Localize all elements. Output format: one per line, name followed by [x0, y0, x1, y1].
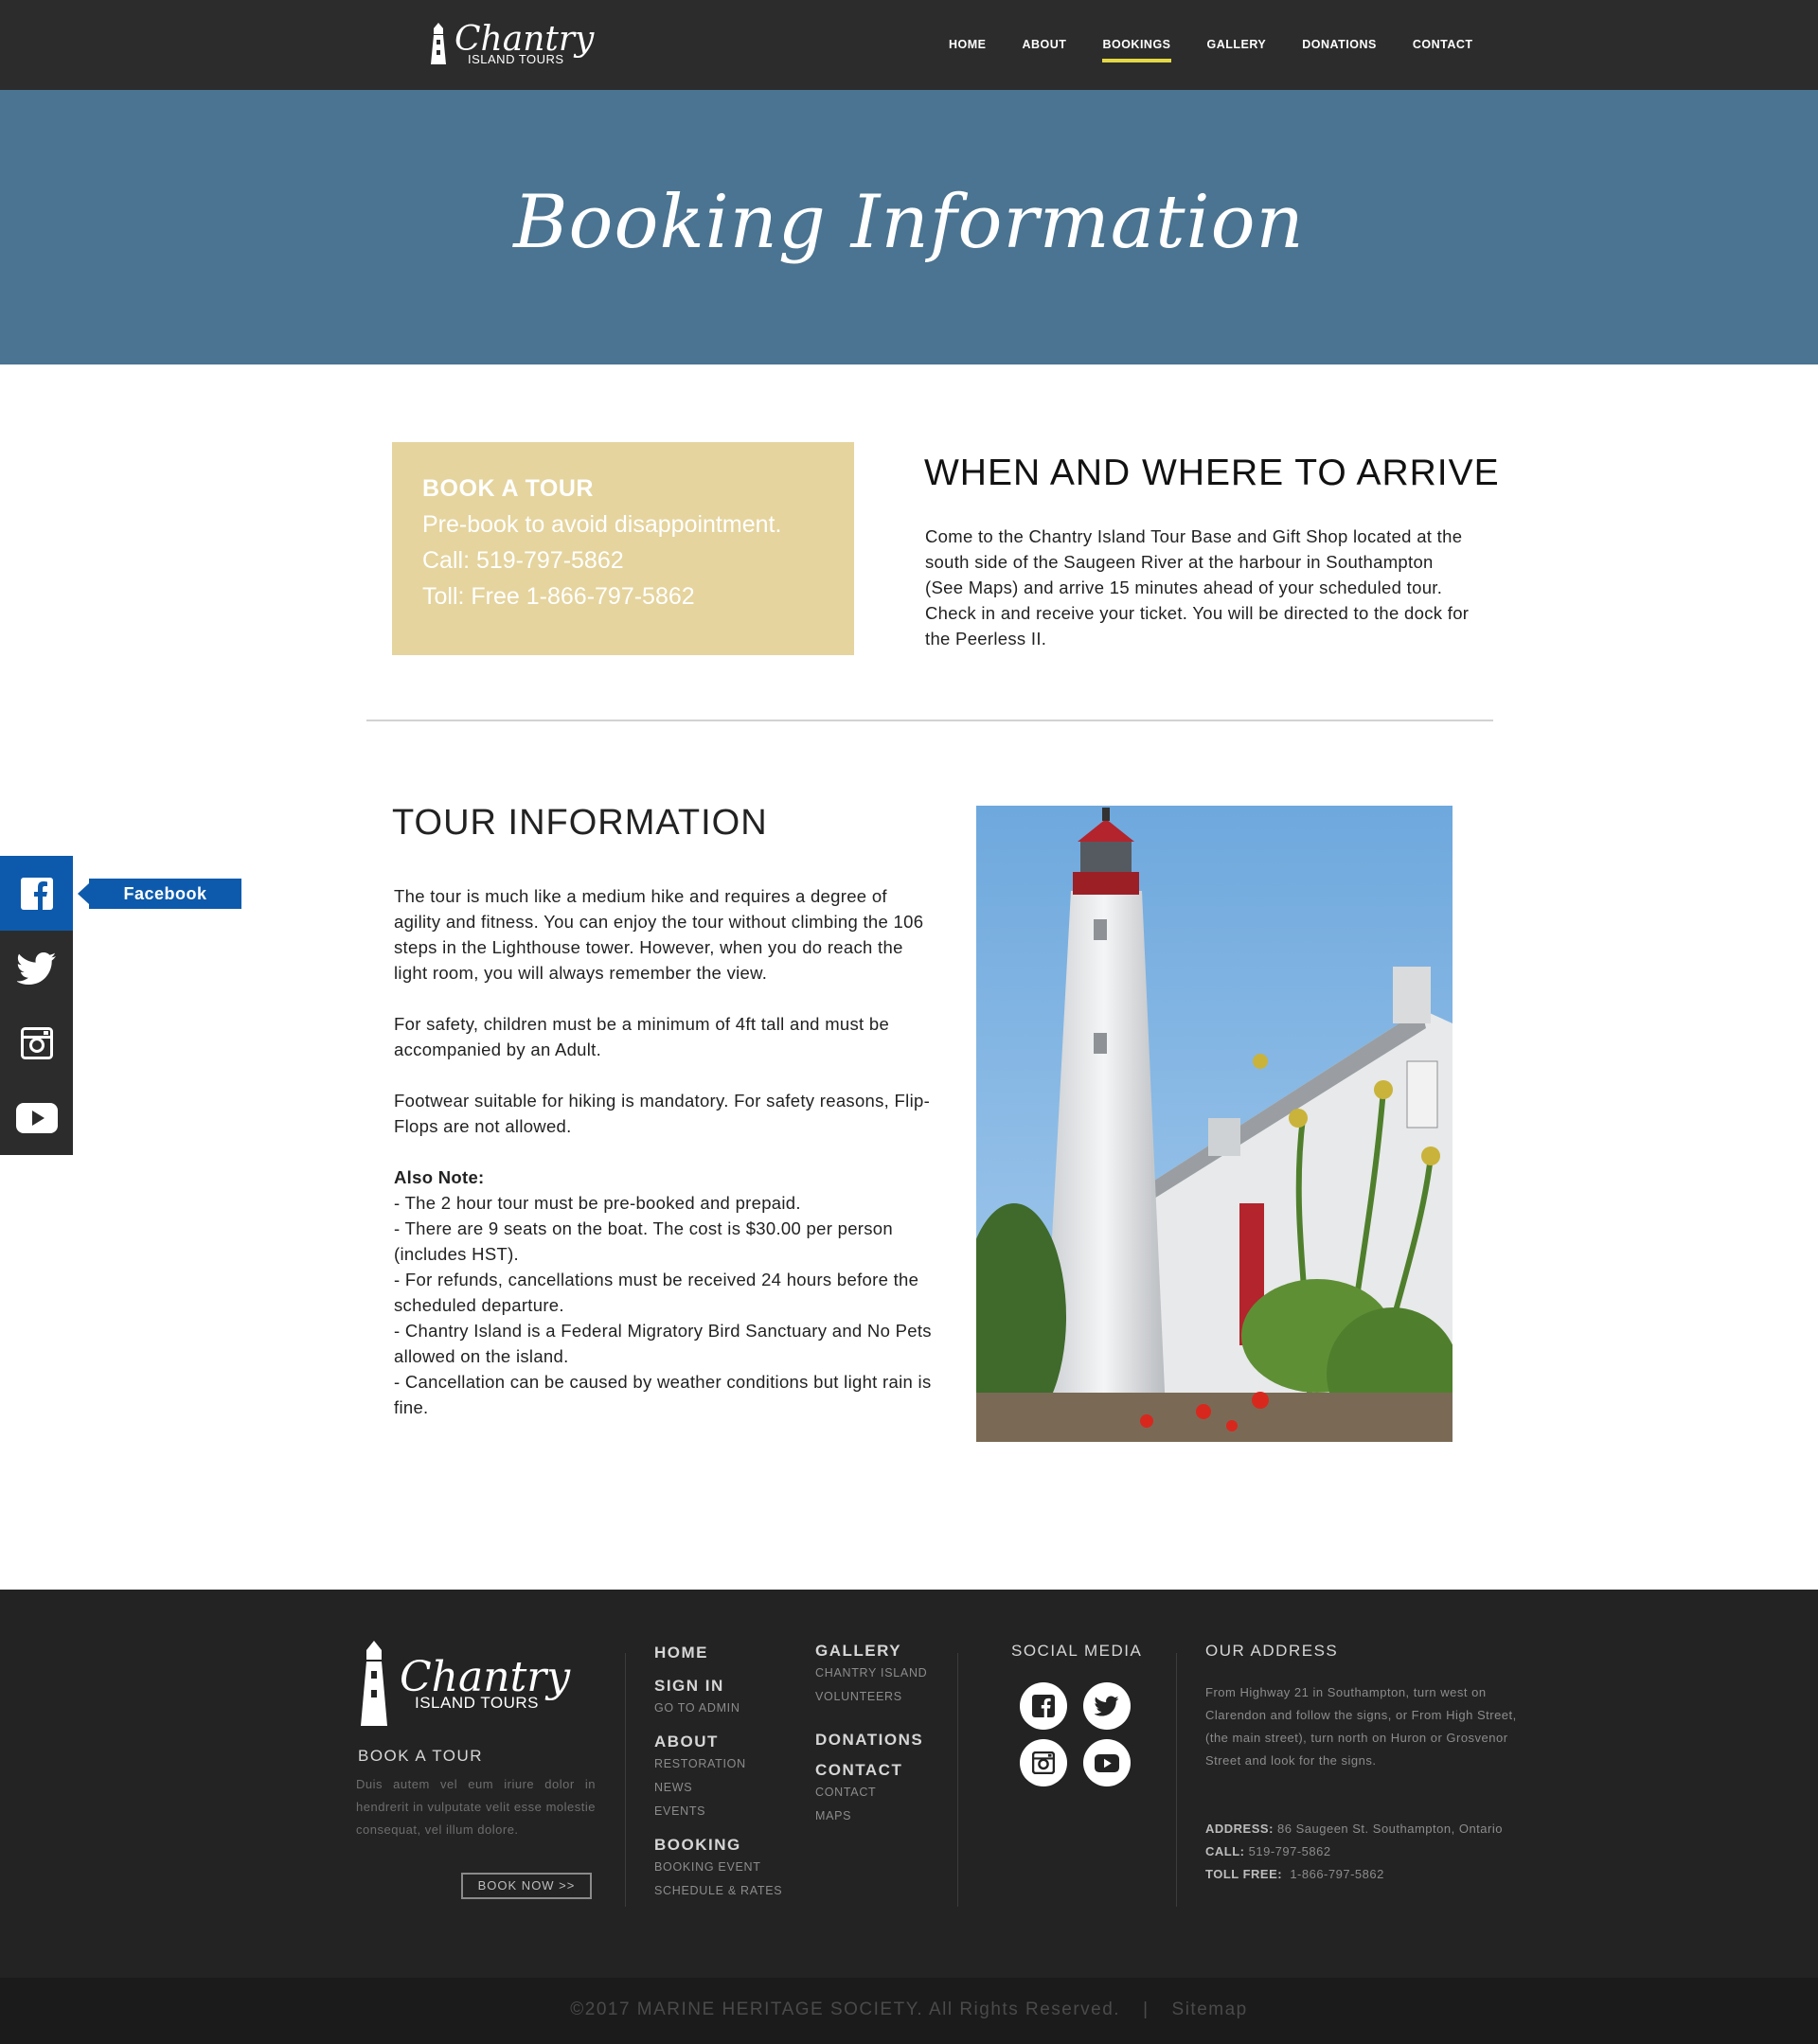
- book-tour-tollfree: Toll: Free 1-866-797-5862: [422, 583, 695, 610]
- footer-book-title: BOOK A TOUR: [358, 1747, 484, 1765]
- toll-label: TOLL FREE:: [1205, 1867, 1283, 1881]
- arrive-text: Come to the Chantry Island Tour Base and…: [925, 526, 1470, 649]
- tour-heading: TOUR INFORMATION: [392, 803, 768, 843]
- note-item: - For refunds, cancellations must be rec…: [394, 1270, 919, 1315]
- facebook-tooltip: Facebook: [78, 879, 241, 909]
- sidebar-twitter[interactable]: [0, 931, 73, 1005]
- lighthouse-icon: [431, 23, 446, 64]
- footer-link-signin[interactable]: SIGN IN: [654, 1676, 782, 1697]
- footer-link-donations[interactable]: DONATIONS: [815, 1730, 927, 1751]
- footer-link-chantry-island[interactable]: CHANTRY ISLAND: [815, 1662, 927, 1685]
- lighthouse-photo: [976, 806, 1453, 1442]
- footer-instagram-button[interactable]: [1020, 1739, 1067, 1786]
- note-item: - There are 9 seats on the boat. The cos…: [394, 1218, 893, 1264]
- sidebar-instagram[interactable]: [0, 1005, 73, 1080]
- copyright-text: ©2017 MARINE HERITAGE SOCIETY. All Right…: [570, 2000, 1121, 2019]
- footer-link-booking[interactable]: BOOKING: [654, 1835, 782, 1856]
- hero-banner: Booking Information: [0, 90, 1818, 364]
- call-label: CALL:: [1205, 1844, 1245, 1858]
- book-now-button[interactable]: BOOK NOW >>: [461, 1873, 592, 1899]
- footer-divider: [625, 1653, 626, 1907]
- footer-link-about[interactable]: ABOUT: [654, 1732, 782, 1752]
- instagram-icon: [20, 1026, 53, 1059]
- tour-text: The tour is much like a medium hike and …: [394, 883, 934, 1420]
- social-sidebar: [0, 856, 73, 1155]
- footer-divider: [1176, 1653, 1177, 1907]
- top-nav-bar: Chantry ISLAND TOURS HOME ABOUT BOOKINGS…: [0, 0, 1818, 90]
- footer-links-col2: GALLERY CHANTRY ISLAND VOLUNTEERS DONATI…: [815, 1641, 927, 1828]
- footer-link-events[interactable]: EVENTS: [654, 1800, 782, 1823]
- address-directions: From Highway 21 in Southampton, turn wes…: [1205, 1685, 1517, 1768]
- copyright-line: ©2017 MARINE HERITAGE SOCIETY. All Right…: [0, 2000, 1818, 2020]
- tour-paragraph: For safety, children must be a minimum o…: [394, 1014, 890, 1059]
- call-value: 519-797-5862: [1248, 1844, 1331, 1858]
- sitemap-link[interactable]: Sitemap: [1172, 2000, 1248, 2019]
- note-item: - Chantry Island is a Federal Migratory …: [394, 1321, 932, 1366]
- footer-facebook-button[interactable]: [1020, 1682, 1067, 1730]
- footer-link-gallery[interactable]: GALLERY: [815, 1641, 927, 1662]
- youtube-icon: [15, 1102, 58, 1133]
- book-tour-phone: Call: 519-797-5862: [422, 547, 624, 574]
- nav-contact[interactable]: CONTACT: [1413, 0, 1473, 90]
- footer-link-schedule[interactable]: SCHEDULE & RATES: [654, 1879, 782, 1903]
- footer-link-contact[interactable]: CONTACT: [815, 1760, 927, 1781]
- footer-logo-script: Chantry: [400, 1652, 571, 1701]
- address-heading: OUR ADDRESS: [1205, 1642, 1339, 1660]
- nav-bookings[interactable]: BOOKINGS: [1102, 0, 1171, 90]
- book-tour-title: BOOK A TOUR: [422, 475, 594, 502]
- nav-gallery[interactable]: GALLERY: [1207, 0, 1267, 90]
- social-media-heading: SOCIAL MEDIA: [1011, 1642, 1143, 1660]
- sidebar-youtube[interactable]: [0, 1080, 73, 1155]
- arrive-heading: WHEN AND WHERE TO ARRIVE: [924, 453, 1500, 493]
- footer-book-text: Duis autem vel eum iriure dolor in hendr…: [356, 1777, 596, 1837]
- footer-twitter-button[interactable]: [1083, 1682, 1131, 1730]
- nav-donations[interactable]: DONATIONS: [1302, 0, 1377, 90]
- copyright-separator: |: [1143, 2000, 1150, 2019]
- section-divider: [366, 720, 1493, 721]
- footer-link-news[interactable]: NEWS: [654, 1776, 782, 1800]
- nav-about[interactable]: ABOUT: [1023, 0, 1067, 90]
- sidebar-facebook[interactable]: [0, 856, 73, 931]
- address-contact: ADDRESS: 86 Saugeen St. Southampton, Ont…: [1205, 1818, 1503, 1886]
- facebook-icon: [1032, 1695, 1055, 1717]
- address-value: 86 Saugeen St. Southampton, Ontario: [1277, 1822, 1503, 1836]
- footer-link-restoration[interactable]: RESTORATION: [654, 1752, 782, 1776]
- footer-link-booking-event[interactable]: BOOKING EVENT: [654, 1856, 782, 1879]
- instagram-icon: [1032, 1751, 1055, 1774]
- footer-link-contact-sub[interactable]: CONTACT: [815, 1781, 927, 1804]
- lighthouse-icon: [361, 1641, 387, 1726]
- footer-link-goto-admin[interactable]: GO TO ADMIN: [654, 1697, 782, 1720]
- note-heading: Also Note:: [394, 1167, 485, 1187]
- twitter-icon: [1095, 1696, 1119, 1716]
- address-label: ADDRESS:: [1205, 1822, 1274, 1836]
- nav-home[interactable]: HOME: [949, 0, 987, 90]
- site-logo[interactable]: Chantry ISLAND TOURS: [428, 12, 594, 75]
- tour-paragraph: Footwear suitable for hiking is mandator…: [394, 1091, 931, 1136]
- nav-menu: HOME ABOUT BOOKINGS GALLERY DONATIONS CO…: [949, 0, 1509, 90]
- book-tour-line: Pre-book to avoid disappointment.: [422, 511, 782, 538]
- toll-value: 1-866-797-5862: [1290, 1867, 1384, 1881]
- note-item: - Cancellation can be caused by weather …: [394, 1372, 932, 1417]
- youtube-icon: [1095, 1753, 1119, 1772]
- facebook-icon: [20, 877, 53, 910]
- footer-links-col1: HOME SIGN IN GO TO ADMIN ABOUT RESTORATI…: [654, 1643, 782, 1903]
- tour-paragraph: The tour is much like a medium hike and …: [394, 886, 924, 983]
- twitter-icon: [16, 951, 56, 985]
- page-title: Booking Information: [513, 180, 1305, 265]
- footer-link-maps[interactable]: MAPS: [815, 1804, 927, 1828]
- note-item: - The 2 hour tour must be pre-booked and…: [394, 1193, 801, 1213]
- footer-link-home[interactable]: HOME: [654, 1643, 782, 1663]
- footer-logo[interactable]: Chantry ISLAND TOURS: [358, 1640, 570, 1727]
- footer-divider: [957, 1653, 958, 1907]
- book-tour-box: BOOK A TOUR Pre-book to avoid disappoint…: [392, 442, 854, 655]
- footer-link-volunteers[interactable]: VOLUNTEERS: [815, 1685, 927, 1709]
- footer-youtube-button[interactable]: [1083, 1739, 1131, 1786]
